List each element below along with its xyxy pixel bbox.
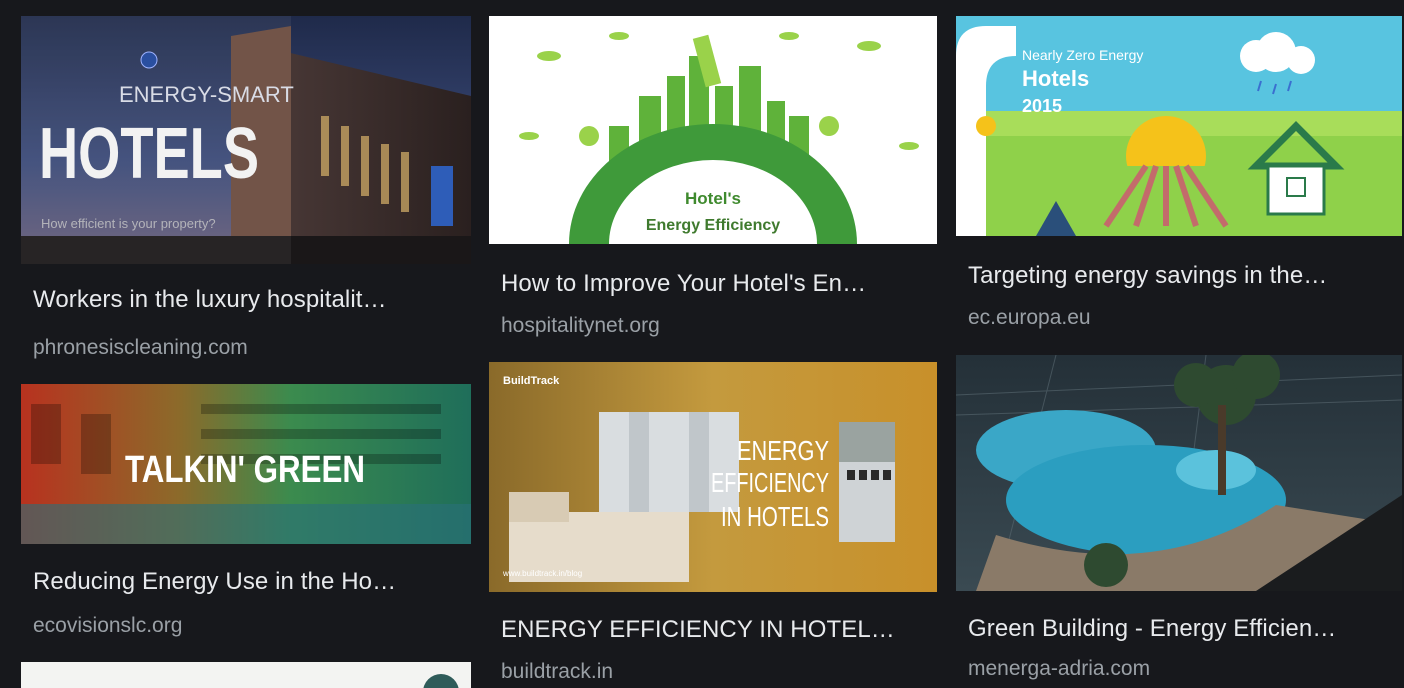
result-title[interactable]: Reducing Energy Use in the Ho… bbox=[33, 568, 458, 596]
overlay-caption-text: How efficient is your property? bbox=[41, 216, 216, 231]
result-thumbnail[interactable]: ENERGY-SMART HOTELS How efficient is you… bbox=[21, 16, 471, 264]
overlay-line1: ENERGY bbox=[737, 435, 829, 466]
result-source[interactable]: hospitalitynet.org bbox=[501, 314, 660, 338]
overlay-line3: IN HOTELS bbox=[721, 501, 829, 532]
result-thumbnail[interactable]: TALKIN' GREEN bbox=[21, 384, 471, 544]
overlay-line2: Hotels bbox=[1022, 66, 1089, 91]
image-result-card-partial[interactable] bbox=[21, 662, 471, 688]
overlay-line3: 2015 bbox=[1022, 96, 1062, 116]
result-title[interactable]: Workers in the luxury hospitalit… bbox=[33, 286, 458, 314]
overlay-line1: Nearly Zero Energy bbox=[1022, 47, 1143, 63]
brand-text: BuildTrack bbox=[503, 375, 560, 387]
overlay-small-text: ENERGY-SMART bbox=[119, 82, 294, 107]
image-result-card[interactable]: Hotel's Energy Efficiency How to Improve… bbox=[489, 16, 937, 346]
result-source[interactable]: buildtrack.in bbox=[501, 660, 613, 684]
image-result-card[interactable]: TALKIN' GREEN Reducing Energy Use in the… bbox=[21, 384, 471, 644]
overlay-big-text: HOTELS bbox=[39, 114, 259, 194]
overlay-line1: Hotel's bbox=[685, 189, 741, 208]
result-thumbnail[interactable] bbox=[956, 355, 1402, 591]
result-title[interactable]: Targeting energy savings in the… bbox=[968, 262, 1388, 290]
overlay-line2: EFFICIENCY bbox=[711, 467, 829, 498]
result-source[interactable]: phronesiscleaning.com bbox=[33, 336, 248, 360]
image-results-grid: ENERGY-SMART HOTELS How efficient is you… bbox=[0, 0, 1404, 688]
result-thumbnail[interactable]: BuildTrack ENERGY EFFICIENCY IN HOTELS w… bbox=[489, 362, 937, 592]
result-source[interactable]: ecovisionslc.org bbox=[33, 614, 182, 638]
overlay-line2: Energy Efficiency bbox=[646, 217, 780, 234]
image-result-card[interactable]: ENERGY-SMART HOTELS How efficient is you… bbox=[21, 16, 471, 371]
result-thumbnail[interactable] bbox=[21, 662, 471, 688]
result-thumbnail[interactable]: Nearly Zero Energy Hotels 2015 bbox=[956, 16, 1402, 236]
image-result-card[interactable]: BuildTrack ENERGY EFFICIENCY IN HOTELS w… bbox=[489, 362, 937, 688]
overlay-text: TALKIN' GREEN bbox=[125, 449, 365, 491]
result-title[interactable]: ENERGY EFFICIENCY IN HOTEL… bbox=[501, 616, 921, 644]
result-source[interactable]: menerga-adria.com bbox=[968, 657, 1150, 681]
result-thumbnail[interactable]: Hotel's Energy Efficiency bbox=[489, 16, 937, 244]
image-result-card[interactable]: Green Building - Energy Efficien… menerg… bbox=[956, 355, 1402, 688]
result-title[interactable]: Green Building - Energy Efficien… bbox=[968, 615, 1388, 643]
result-title[interactable]: How to Improve Your Hotel's En… bbox=[501, 270, 921, 298]
url-text: www.buildtrack.in/blog bbox=[502, 569, 582, 578]
image-result-card[interactable]: Nearly Zero Energy Hotels 2015 Targeting… bbox=[956, 16, 1402, 346]
result-source[interactable]: ec.europa.eu bbox=[968, 306, 1091, 330]
